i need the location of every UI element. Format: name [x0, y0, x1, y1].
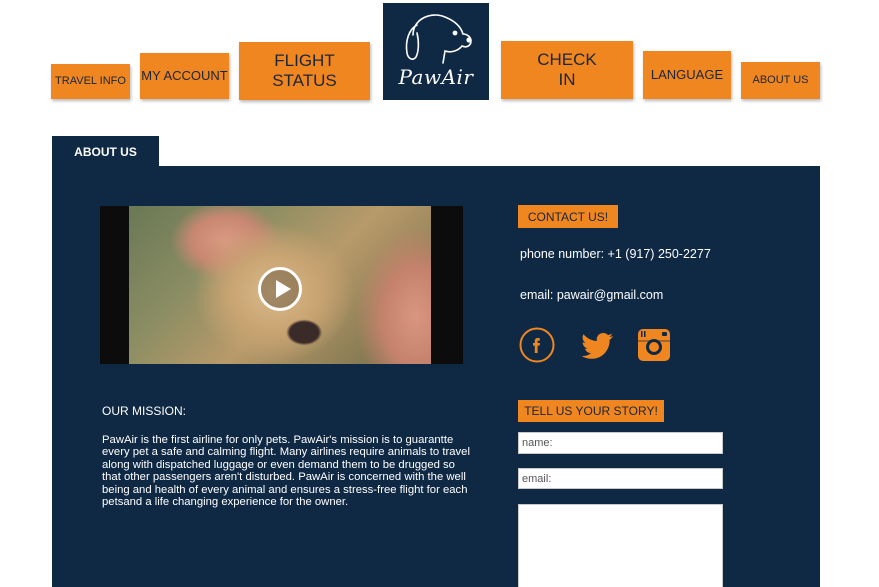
- mission-heading: OUR MISSION:: [102, 404, 187, 418]
- nav-travel-info-button[interactable]: TRAVEL INFO: [51, 64, 130, 99]
- logo-text: PawAir: [398, 65, 474, 89]
- tab-about-us-label: ABOUT US: [74, 144, 137, 159]
- instagram-icon[interactable]: [636, 327, 672, 363]
- twitter-icon[interactable]: [580, 327, 616, 363]
- contact-email: email: pawair@gmail.com: [520, 288, 664, 302]
- nav-about-us-button[interactable]: ABOUT US: [741, 62, 820, 99]
- tab-about-us[interactable]: ABOUT US: [52, 136, 159, 167]
- contact-us-label: CONTACT US!: [527, 209, 609, 224]
- play-icon[interactable]: [258, 267, 302, 311]
- nav-my-account-label: MY ACCOUNT: [141, 67, 228, 83]
- nav-language-label: LANGUAGE: [650, 66, 724, 82]
- nav-check-in-label-line1: CHECK: [537, 50, 597, 70]
- tell-us-your-story-label: TELL US YOUR STORY!: [524, 404, 658, 418]
- nav-flight-status-button[interactable]: FLIGHT STATUS: [239, 42, 370, 100]
- phone-number: phone number: +1 (917) 250-2277: [520, 247, 711, 261]
- nav-flight-status-label-line1: FLIGHT: [274, 51, 335, 71]
- nav-about-us-label: ABOUT US: [752, 74, 809, 87]
- contact-us-button[interactable]: CONTACT US!: [518, 205, 618, 228]
- story-textarea[interactable]: [518, 504, 723, 587]
- facebook-icon[interactable]: [519, 327, 555, 363]
- nav-language-button[interactable]: LANGUAGE: [643, 51, 731, 99]
- nav-flight-status-label-line2: STATUS: [272, 71, 337, 90]
- email-field[interactable]: [518, 468, 723, 489]
- nav-check-in-label-line2: IN: [558, 70, 576, 89]
- pawair-logo[interactable]: PawAir: [383, 3, 489, 100]
- nav-check-in-button[interactable]: CHECK IN: [501, 41, 633, 99]
- name-field[interactable]: [518, 432, 723, 454]
- mission-text: PawAir is the first airline for only pet…: [102, 434, 470, 509]
- video-player[interactable]: [100, 206, 463, 364]
- tell-us-your-story-heading: TELL US YOUR STORY!: [518, 400, 664, 422]
- nav-travel-info-label: TRAVEL INFO: [55, 75, 126, 88]
- nav-my-account-button[interactable]: MY ACCOUNT: [140, 53, 229, 99]
